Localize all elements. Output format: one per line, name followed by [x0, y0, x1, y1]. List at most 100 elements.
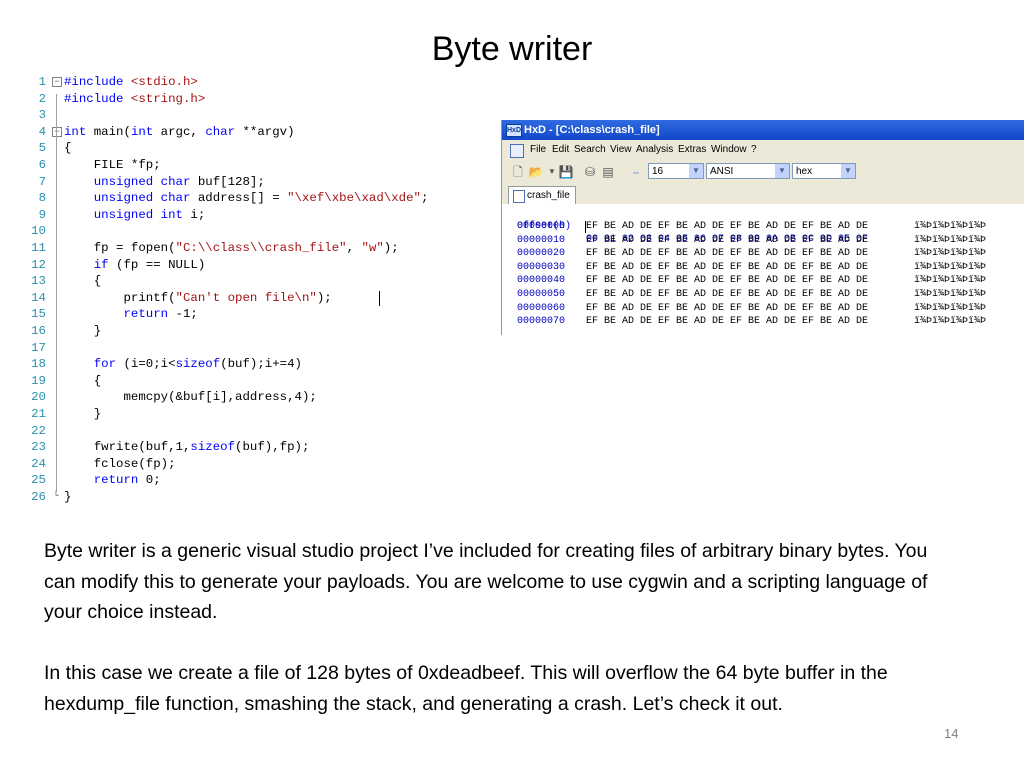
code-string: "\xef\xbe\xad\xde" [287, 191, 421, 206]
code-token: **argv) [235, 124, 295, 139]
line-number: 19 [31, 373, 46, 388]
line-number: 8 [38, 191, 46, 206]
code-token: { [64, 141, 72, 156]
code-text[interactable]: { [64, 373, 101, 390]
code-token: fclose(fp); [64, 456, 176, 471]
row-hex-bytes[interactable]: EF BE AD DE EF BE AD DE EF BE AD DE EF B… [586, 247, 868, 261]
open-folder-icon[interactable]: 📂 [528, 164, 544, 180]
code-text[interactable]: unsigned int i; [64, 207, 206, 224]
code-keyword: return [123, 307, 169, 322]
hxd-titlebar[interactable]: HxD HxD - [C:\class\crash_file] [502, 120, 1024, 140]
code-token: fp = fopen( [64, 241, 176, 255]
line-number: 9 [38, 207, 46, 222]
code-text[interactable]: #include <string.h> [64, 91, 205, 108]
code-text[interactable]: fp = fopen("C:\\class\\crash_file", "w")… [64, 240, 399, 257]
line-number: 10 [31, 224, 46, 239]
fold-toggle-icon[interactable]: − [52, 77, 62, 87]
line-number: 16 [31, 324, 46, 338]
fold-toggle-icon[interactable]: └ [52, 492, 60, 501]
tab-crash-file[interactable]: crash_file [508, 186, 576, 204]
fold-toggle-icon[interactable]: − [52, 126, 62, 137]
ram-icon[interactable]: ▤ [600, 164, 616, 180]
row-hex-bytes[interactable]: EF BE AD DE EF BE AD DE EF BE AD DE EF B… [586, 234, 868, 248]
code-keyword: int [130, 124, 154, 139]
bytes-per-row-select[interactable]: 16 ▼ [648, 163, 704, 179]
code-text[interactable]: #include <stdio.h> [64, 74, 198, 91]
code-text[interactable]: unsigned char address[] = "\xef\xbe\xad\… [64, 190, 429, 207]
menu-window[interactable]: Window [711, 140, 747, 160]
code-text[interactable]: fwrite(buf,1,sizeof(buf),fp); [64, 439, 310, 456]
code-text[interactable]: fclose(fp); [64, 456, 176, 473]
menu-edit[interactable]: Edit [552, 140, 569, 160]
code-string: <string.h> [130, 91, 206, 106]
code-text[interactable]: memcpy(&buf[i],address,4); [64, 389, 316, 406]
code-text[interactable]: { [64, 140, 71, 157]
menu-search[interactable]: Search [574, 140, 606, 160]
code-text[interactable]: for (i=0;i<sizeof(buf);i+=4) [64, 356, 302, 373]
row-hex-bytes[interactable]: EF BE AD DE EF BE AD DE EF BE AD DE EF B… [586, 274, 868, 288]
code-text[interactable]: } [64, 406, 101, 423]
code-token: buf[128]; [190, 174, 265, 189]
row-hex-bytes[interactable]: EF BE AD DE EF BE AD DE EF BE AD DE EF B… [586, 220, 868, 234]
chevron-down-icon[interactable]: ▼ [841, 164, 855, 178]
hex-view[interactable]: Offset(h) 00 01 02 03 04 05 06 07 08 09 … [502, 204, 1024, 335]
chevron-down-icon[interactable]: ▼ [775, 164, 789, 178]
code-text[interactable]: FILE *fp; [64, 157, 161, 174]
code-text[interactable]: { [64, 273, 101, 290]
line-number: 5 [38, 141, 46, 156]
row-ascii[interactable]: ï¾­Þï¾­Þï¾­Þï¾­Þ [914, 220, 986, 234]
code-token: (fp == NULL) [108, 257, 206, 272]
row-hex-bytes[interactable]: EF BE AD DE EF BE AD DE EF BE AD DE EF B… [586, 302, 868, 316]
hxd-window[interactable]: HxD HxD - [C:\class\crash_file] File Edi… [501, 120, 1024, 335]
display-mode-select[interactable]: hex ▼ [792, 163, 856, 179]
save-icon[interactable]: 💾 [558, 164, 574, 180]
hxd-menubar: File Edit Search View Analysis Extras Wi… [502, 140, 1024, 160]
code-text[interactable]: unsigned char buf[128]; [64, 174, 265, 191]
code-text[interactable]: printf("Can't open file\n"); [64, 290, 331, 307]
code-keyword: sizeof [175, 357, 221, 372]
document-icon[interactable] [510, 144, 524, 158]
code-token: { [64, 373, 102, 388]
row-offset: 00000020 [517, 248, 566, 260]
charset-select[interactable]: ANSI ▼ [706, 163, 790, 179]
code-token: -1; [168, 307, 198, 322]
row-offset: 00000040 [517, 275, 566, 287]
menu-extras[interactable]: Extras [678, 140, 706, 160]
row-hex-bytes[interactable]: EF BE AD DE EF BE AD DE EF BE AD DE EF B… [586, 315, 868, 329]
row-hex-bytes[interactable]: EF BE AD DE EF BE AD DE EF BE AD DE EF B… [586, 261, 868, 275]
row-ascii[interactable]: ï¾­Þï¾­Þï¾­Þï¾­Þ [914, 247, 986, 261]
row-hex-bytes[interactable]: EF BE AD DE EF BE AD DE EF BE AD DE EF B… [586, 288, 868, 302]
menu-help[interactable]: ? [751, 140, 757, 160]
row-ascii[interactable]: ï¾­Þï¾­Þï¾­Þï¾­Þ [914, 315, 986, 329]
line-number: 11 [31, 241, 46, 255]
row-ascii[interactable]: ï¾­Þï¾­Þï¾­Þï¾­Þ [914, 302, 986, 316]
line-number: 26 [31, 490, 46, 504]
disk-icon[interactable]: ⛁ [582, 164, 598, 180]
code-text[interactable]: } [64, 489, 71, 506]
code-keyword: for [93, 357, 117, 372]
menu-file[interactable]: File [530, 140, 546, 160]
code-text[interactable]: return -1; [64, 306, 198, 323]
row-ascii[interactable]: ï¾­Þï¾­Þï¾­Þï¾­Þ [914, 234, 986, 248]
code-keyword: sizeof [190, 440, 236, 455]
row-ascii[interactable]: ï¾­Þï¾­Þï¾­Þï¾­Þ [914, 261, 986, 275]
code-keyword: int [64, 124, 87, 139]
menu-view[interactable]: View [610, 140, 632, 160]
row-ascii[interactable]: ï¾­Þï¾­Þï¾­Þï¾­Þ [914, 288, 986, 302]
code-text[interactable]: if (fp == NULL) [64, 257, 206, 274]
code-keyword: #include [64, 75, 131, 89]
code-text[interactable]: } [64, 323, 101, 340]
code-text[interactable]: return 0; [64, 472, 161, 489]
line-number: 23 [31, 440, 46, 455]
row-offset: 00000060 [517, 302, 566, 314]
row-ascii[interactable]: ï¾­Þï¾­Þï¾­Þï¾­Þ [914, 274, 986, 288]
new-file-icon[interactable]: 🗋 [510, 164, 526, 180]
code-string: "Can't open file\n" [175, 290, 317, 305]
code-text[interactable]: int main(int argc, char **argv) [64, 124, 295, 141]
menu-analysis[interactable]: Analysis [636, 140, 673, 160]
chevron-down-icon[interactable]: ▼ [689, 164, 703, 178]
code-token: i; [182, 207, 206, 222]
